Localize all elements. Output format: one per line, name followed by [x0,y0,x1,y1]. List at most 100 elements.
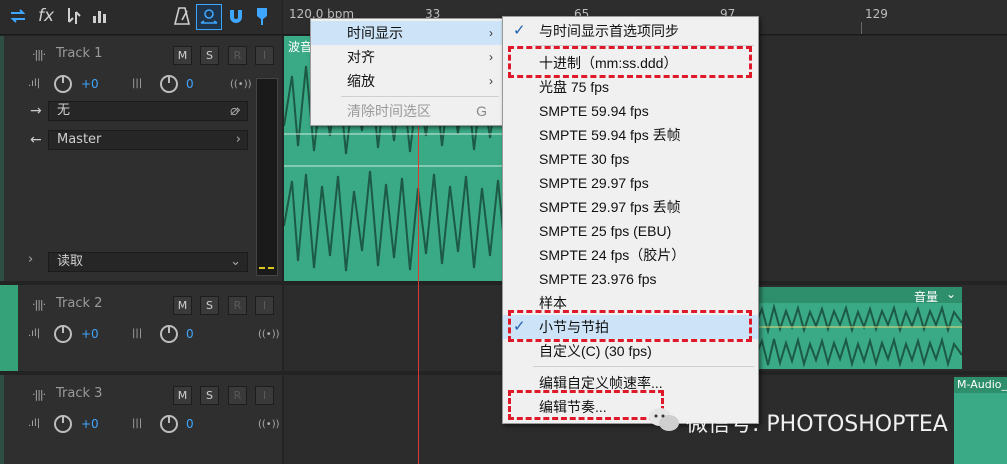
annotation-box-bars-beats [508,310,752,342]
expand-chevron-icon[interactable]: › [28,252,33,267]
submenu-item-smpte-2997[interactable]: SMPTE 29.97 fps [503,171,758,195]
waveform-icon: ·|||· [32,48,46,61]
menu-item-snap[interactable]: 对齐 › [311,45,503,69]
volume-knob[interactable] [54,415,72,433]
pan-value[interactable]: 0 [186,417,194,431]
pan-value[interactable]: 0 [186,327,194,341]
context-menu: 时间显示 › 对齐 › 缩放 › 清除时间选区 G [310,18,504,126]
volume-value[interactable]: +0 [81,77,99,91]
chevron-down-icon[interactable]: ⌄ [946,287,956,301]
input-monitor-button[interactable]: I [255,386,274,405]
track-color-strip [0,36,4,281]
volume-knob[interactable] [54,325,72,343]
menu-item-clear-time-selection[interactable]: 清除时间选区 G [311,99,503,123]
clip-header: M-Audio_ [954,377,1007,393]
output-select-value: Master [57,132,102,147]
solo-button[interactable]: S [200,46,219,65]
menu-item-zoom[interactable]: 缩放 › [311,69,503,93]
input-select-value: 无 [57,103,71,118]
pan-knob[interactable] [160,75,178,93]
send-icon[interactable] [61,4,85,28]
loop-arrows-icon[interactable] [6,4,30,28]
submenu-item-sync-preferences[interactable]: ✓ 与时间显示首选项同步 [503,19,758,43]
stereo-icon[interactable]: ((•)) [230,79,252,90]
annotation-box-decimal [508,46,752,78]
chevron-right-icon: › [235,132,241,147]
volume-value[interactable]: +0 [81,327,99,341]
pan-bars-icon: ||| [132,328,143,339]
track-header-3[interactable]: ·|||· Track 3 M S R I .ıl| +0 ||| 0 ((•)… [0,375,282,464]
volume-steps-icon: .ıl| [28,78,41,89]
input-select[interactable]: 无 › [48,101,248,121]
submenu-item-smpte-2997-drop[interactable]: SMPTE 29.97 fps 丢帧 [503,195,758,219]
chevron-right-icon: › [489,26,493,40]
input-monitor-button[interactable]: I [255,296,274,315]
track-name[interactable]: Track 2 [56,296,102,311]
track-header-1[interactable]: ·|||· Track 1 M S R I .ıl| +0 ||| 0 ((•)… [0,36,282,281]
submenu-item-smpte-5994[interactable]: SMPTE 59.94 fps [503,99,758,123]
solo-button[interactable]: S [200,386,219,405]
pan-knob[interactable] [160,415,178,433]
mute-button[interactable]: M [173,296,192,315]
level-meter [256,78,278,276]
waveform-icon: ·|||· [32,298,46,311]
clip-header: 音量 ⌄ [756,287,962,304]
chevron-right-icon: › [489,74,493,88]
wechat-icon [649,408,679,431]
record-arm-button[interactable]: R [228,46,247,65]
record-arm-button[interactable]: R [228,296,247,315]
automation-mode-value: 读取 [57,254,84,269]
marker-pin-icon[interactable] [250,4,274,28]
volume-knob[interactable] [54,75,72,93]
stereo-icon[interactable]: ((•)) [258,419,280,430]
track-name[interactable]: Track 3 [56,386,102,401]
submenu-item-smpte-23976[interactable]: SMPTE 23.976 fps [503,267,758,291]
submenu-item-smpte-25[interactable]: SMPTE 25 fps (EBU) [503,219,758,243]
submenu-item-smpte-24[interactable]: SMPTE 24 fps（胶片） [503,243,758,267]
solo-button[interactable]: S [200,296,219,315]
input-monitor-button[interactable]: I [255,46,274,65]
menu-separator [533,366,754,367]
volume-value[interactable]: +0 [81,417,99,431]
track-color-strip [0,375,4,464]
menu-separator [341,96,499,97]
volume-steps-icon: .ıl| [28,328,41,339]
track-header-2[interactable]: ·|||· Track 2 M S R I .ıl| +0 ||| 0 ((•)… [0,285,282,371]
record-arm-button[interactable]: R [228,386,247,405]
submenu-item-custom[interactable]: 自定义(C) (30 fps) [503,339,758,363]
volume-steps-icon: .ıl| [28,418,41,429]
shortcut-label: G [476,103,487,119]
phase-invert-icon[interactable]: ⌀ [230,103,238,119]
ruler-tick [861,22,862,34]
mute-button[interactable]: M [173,386,192,405]
submenu-item-smpte-5994-drop[interactable]: SMPTE 59.94 fps 丢帧 [503,123,758,147]
stereo-icon[interactable]: ((•)) [258,329,280,340]
output-select[interactable]: Master › [48,130,248,150]
pan-knob[interactable] [160,325,178,343]
snap-time-icon[interactable] [196,4,222,30]
magnet-icon[interactable] [224,4,248,28]
automation-mode-select[interactable]: 读取 ⌄ [48,252,248,272]
output-arrow-icon: ← [30,132,42,148]
submenu-item-smpte-30[interactable]: SMPTE 30 fps [503,147,758,171]
submenu-item-cd-75fps[interactable]: 光盘 75 fps [503,75,758,99]
ruler-tick-label: 129 [865,7,888,21]
audio-clip[interactable]: 音量 ⌄ [756,287,962,369]
pan-bars-icon: ||| [132,78,143,89]
watermark: 微信号: PHOTOSHOPTEA [640,404,980,437]
pan-value[interactable]: 0 [186,77,194,91]
track-name[interactable]: Track 1 [56,46,102,61]
chevron-right-icon: › [489,50,493,64]
checkmark-icon: ✓ [513,22,526,39]
metronome-icon[interactable] [170,4,194,28]
menu-item-time-display[interactable]: 时间显示 › [311,21,503,45]
mute-button[interactable]: M [173,46,192,65]
chevron-down-icon: ⌄ [230,254,241,269]
fx-icon[interactable]: fx [34,4,58,28]
clip-label: M-Audio_ [957,378,1007,391]
eq-bars-icon[interactable] [88,4,112,28]
waveform [756,303,962,368]
toolbar: fx [0,0,282,35]
track-color-strip [0,285,18,371]
waveform-icon: ·|||· [32,388,46,401]
